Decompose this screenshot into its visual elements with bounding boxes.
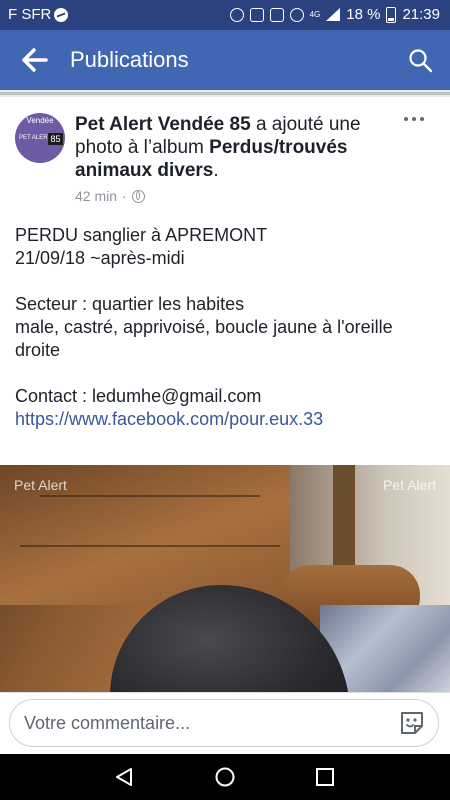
comment-input[interactable]: [9, 699, 439, 747]
back-triangle-icon: [116, 768, 132, 786]
arrow-left-icon: [22, 48, 48, 72]
battery-icon: [386, 6, 397, 23]
page-title: Publications: [70, 47, 189, 72]
photo-watermark: Pet Alert: [383, 477, 436, 493]
vibrate-icon: [269, 7, 284, 22]
data-saver-icon: [229, 7, 244, 22]
meta-separator: ·: [122, 188, 127, 204]
sticker-icon: [401, 712, 423, 734]
system-nav-bar: [0, 754, 450, 800]
status-left: F SFR: [8, 6, 69, 23]
nfc-icon: [249, 7, 264, 22]
home-circle-icon: [215, 767, 235, 787]
avatar-badge: 85: [48, 133, 63, 145]
post-header: Pet Alert Vendée 85 a ajouté une photo à…: [75, 113, 385, 182]
recent-apps-square-icon: [316, 768, 334, 786]
clock: 21:39: [402, 6, 440, 23]
post-line: 21/09/18 ~après-midi: [15, 248, 185, 268]
post-line-gap: [15, 270, 435, 293]
post-card: Vendée PET ALERT 85 Pet Alert Vendée 85 …: [0, 97, 450, 692]
signal-icon: [326, 8, 341, 21]
avatar-region-label: Vendée: [26, 116, 54, 125]
post-line: Secteur : quartier les habites: [15, 294, 245, 314]
search-button[interactable]: [408, 48, 434, 74]
post-time[interactable]: 42 min: [75, 188, 117, 204]
post-line: Contact : ledumhe@gmail.com: [15, 386, 262, 406]
globe-icon: [131, 189, 145, 203]
post-photo[interactable]: Pet Alert Pet Alert: [0, 465, 450, 692]
dot-icon: [404, 117, 408, 121]
status-bar: F SFR 4G 18 % 21:39: [0, 0, 450, 30]
post-line: male, castré, apprivoisé, boucle jaune à…: [15, 317, 393, 360]
post-line-gap: [15, 362, 435, 385]
app-bar: Publications: [0, 30, 450, 90]
network-type-label: 4G: [309, 10, 321, 19]
post-meta: 42 min ·: [75, 188, 145, 204]
battery-label: 18 %: [346, 6, 381, 23]
dot-icon: [420, 117, 424, 121]
back-button[interactable]: [20, 46, 50, 74]
feed-divider: [0, 90, 450, 96]
sticker-button[interactable]: [398, 709, 426, 737]
photo-watermark: Pet Alert: [14, 477, 67, 493]
post-text: PERDU sanglier à APREMONT 21/09/18 ~aprè…: [15, 224, 435, 431]
post-url-link[interactable]: https://www.facebook.com/pour.eux.33: [15, 409, 323, 429]
page-avatar[interactable]: Vendée PET ALERT 85: [15, 113, 65, 163]
page-name-link[interactable]: Pet Alert Vendée 85: [75, 114, 251, 135]
status-right: 4G 18 % 21:39: [229, 6, 440, 23]
nav-recent-button[interactable]: [314, 766, 336, 788]
messenger-icon: [54, 7, 69, 22]
comment-bar: [0, 692, 450, 755]
avatar-brand-label: PET ALERT: [19, 135, 52, 141]
post-action-end: .: [213, 160, 219, 181]
nav-back-button[interactable]: [113, 766, 135, 788]
search-icon: [409, 49, 433, 73]
post-line: PERDU sanglier à APREMONT: [15, 225, 268, 245]
eye-comfort-icon: [289, 7, 304, 22]
carrier-label: F SFR: [8, 6, 52, 23]
post-options-button[interactable]: [404, 117, 428, 127]
nav-home-button[interactable]: [214, 766, 236, 788]
dot-icon: [412, 117, 416, 121]
